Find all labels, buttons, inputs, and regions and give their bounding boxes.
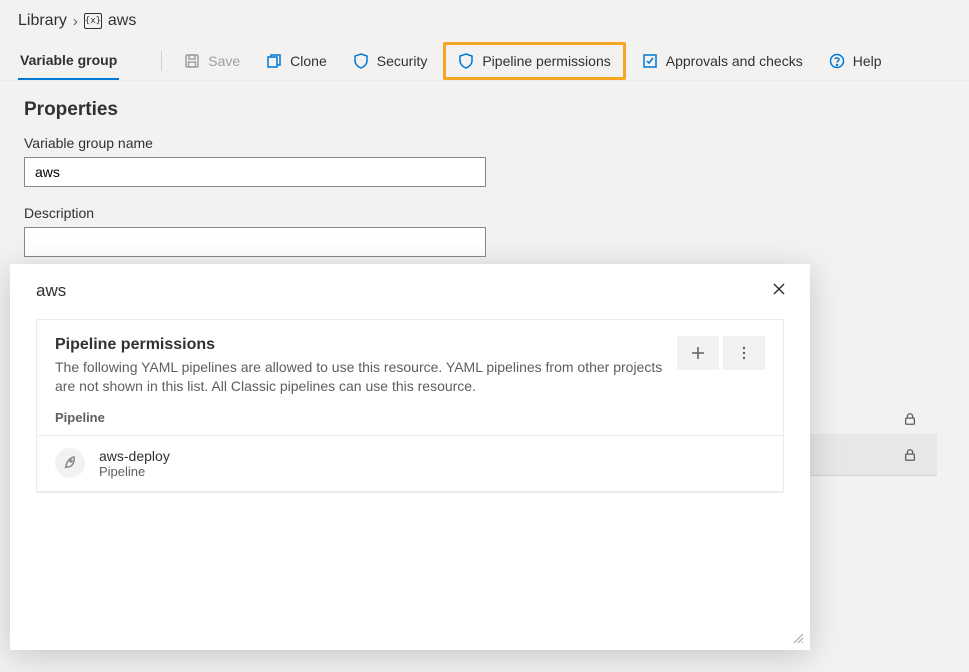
plus-icon xyxy=(690,345,706,361)
shield-icon xyxy=(353,53,369,69)
checklist-icon xyxy=(642,53,658,69)
variable-group-name-label: Variable group name xyxy=(24,135,945,151)
toolbar: Variable group Save Clone Security Pipel… xyxy=(0,34,969,81)
properties-section: Properties Variable group name Descripti… xyxy=(0,81,969,293)
permissions-heading: Pipeline permissions xyxy=(55,336,665,354)
tab-variable-group[interactable]: Variable group xyxy=(18,42,119,80)
dialog-close-button[interactable] xyxy=(768,278,790,303)
pipeline-row[interactable]: aws-deploy Pipeline xyxy=(37,436,783,492)
description-label: Description xyxy=(24,205,945,221)
pipeline-permissions-dialog: aws Pipeline permissions The following Y… xyxy=(10,264,810,650)
lock-icon xyxy=(903,412,917,426)
description-input[interactable] xyxy=(24,227,486,257)
lock-icon xyxy=(903,448,917,462)
pipeline-permissions-button[interactable]: Pipeline permissions xyxy=(443,42,625,80)
pipeline-column-header: Pipeline xyxy=(37,408,783,436)
breadcrumb-current: aws xyxy=(108,12,136,30)
save-button: Save xyxy=(174,47,250,75)
chevron-right-icon: › xyxy=(73,13,78,30)
permissions-card: Pipeline permissions The following YAML … xyxy=(36,319,784,493)
clone-icon xyxy=(266,53,282,69)
rocket-icon xyxy=(62,455,78,471)
resize-handle[interactable] xyxy=(790,630,804,644)
approvals-button[interactable]: Approvals and checks xyxy=(632,47,813,75)
dialog-title: aws xyxy=(36,281,66,301)
help-icon xyxy=(829,53,845,69)
clone-button[interactable]: Clone xyxy=(256,47,337,75)
shield-outline-icon xyxy=(458,53,474,69)
close-icon xyxy=(772,282,786,296)
more-options-button[interactable] xyxy=(723,336,765,370)
save-icon xyxy=(184,53,200,69)
security-button[interactable]: Security xyxy=(343,47,438,75)
variable-group-name-input[interactable] xyxy=(24,157,486,187)
more-vertical-icon xyxy=(736,345,752,361)
toolbar-divider xyxy=(161,51,162,71)
pipeline-avatar xyxy=(55,448,85,478)
help-button[interactable]: Help xyxy=(819,47,892,75)
variable-group-icon: {x} xyxy=(84,13,102,29)
breadcrumb-library[interactable]: Library xyxy=(18,12,67,30)
pipeline-type: Pipeline xyxy=(99,464,170,479)
pipeline-name: aws-deploy xyxy=(99,448,170,464)
breadcrumb: Library › {x} aws xyxy=(0,0,969,34)
permissions-description: The following YAML pipelines are allowed… xyxy=(55,358,665,396)
properties-heading: Properties xyxy=(24,99,945,121)
add-pipeline-button[interactable] xyxy=(677,336,719,370)
